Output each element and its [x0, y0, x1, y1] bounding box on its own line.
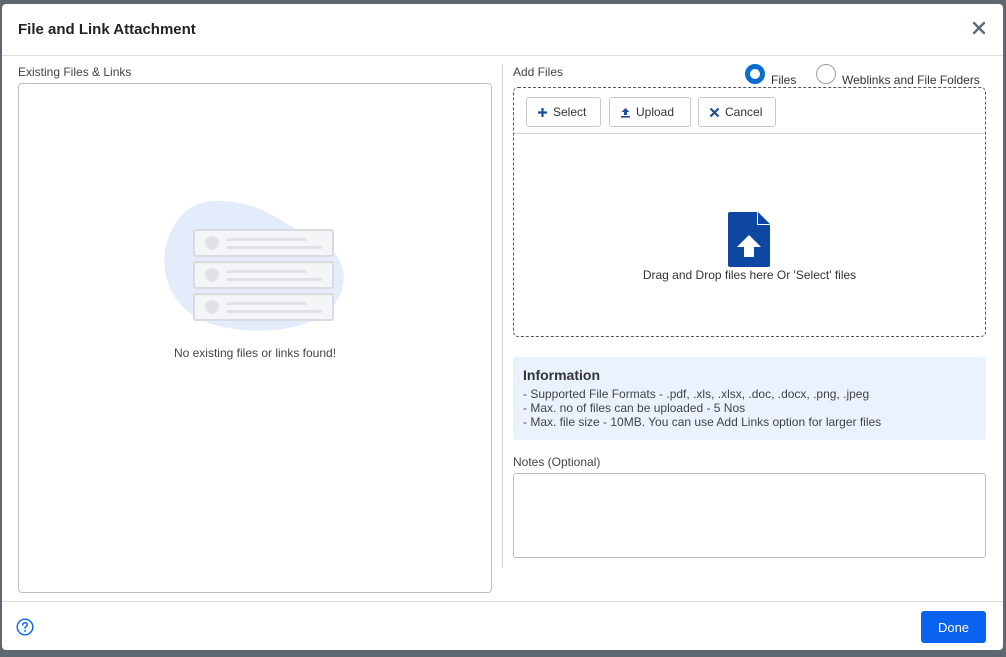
- radio-weblinks-label: Weblinks and File Folders: [842, 73, 980, 87]
- select-button[interactable]: Select: [526, 97, 601, 127]
- dialog-header: File and Link Attachment: [2, 4, 1003, 56]
- done-button[interactable]: Done: [921, 611, 986, 643]
- dialog-footer: Done: [2, 601, 1003, 650]
- cancel-button[interactable]: Cancel: [698, 97, 776, 127]
- radio-files-indicator[interactable]: [745, 64, 765, 84]
- radio-weblinks[interactable]: Weblinks and File Folders: [816, 64, 980, 88]
- empty-list-illustration: [159, 201, 353, 337]
- information-title: Information: [523, 367, 600, 383]
- cancel-button-label: Cancel: [725, 105, 763, 119]
- select-button-label: Select: [553, 105, 587, 119]
- upload-button[interactable]: Upload: [609, 97, 691, 127]
- attachment-mode-radio-group: Files Weblinks and File Folders: [745, 64, 987, 88]
- plus-icon: [537, 107, 548, 118]
- info-line-max-files: - Max. no of files can be uploaded - 5 N…: [523, 401, 746, 415]
- dropzone-instructions: Drag and Drop files here Or 'Select' fil…: [642, 268, 857, 282]
- existing-files-panel: No existing files or links found!: [18, 83, 492, 593]
- radio-files[interactable]: Files: [745, 64, 796, 88]
- notes-textarea[interactable]: [513, 473, 986, 558]
- dialog-title: File and Link Attachment: [18, 21, 196, 38]
- info-line-formats: - Supported File Formats - .pdf, .xls, .…: [523, 387, 870, 401]
- upload-button-label: Upload: [636, 105, 675, 119]
- attachment-dialog: File and Link Attachment Existing Files …: [2, 4, 1003, 650]
- x-icon: [709, 107, 720, 118]
- help-icon[interactable]: [16, 618, 34, 636]
- panel-divider: [502, 64, 503, 568]
- information-box: Information - Supported File Formats - .…: [513, 357, 986, 440]
- upload-icon: [620, 107, 631, 118]
- close-icon[interactable]: [969, 18, 989, 38]
- file-dropzone[interactable]: Select Upload Cancel Drag and Drop files…: [513, 87, 986, 337]
- upload-toolbar: Select Upload Cancel: [514, 88, 985, 134]
- radio-files-label: Files: [771, 73, 797, 87]
- file-upload-icon: [728, 212, 770, 267]
- existing-files-label: Existing Files & Links: [18, 65, 132, 79]
- add-files-label: Add Files: [513, 65, 564, 79]
- empty-state-message: No existing files or links found!: [173, 346, 337, 360]
- radio-weblinks-indicator[interactable]: [816, 64, 836, 84]
- info-line-max-size: - Max. file size - 10MB. You can use Add…: [523, 415, 882, 429]
- notes-label: Notes (Optional): [513, 455, 601, 469]
